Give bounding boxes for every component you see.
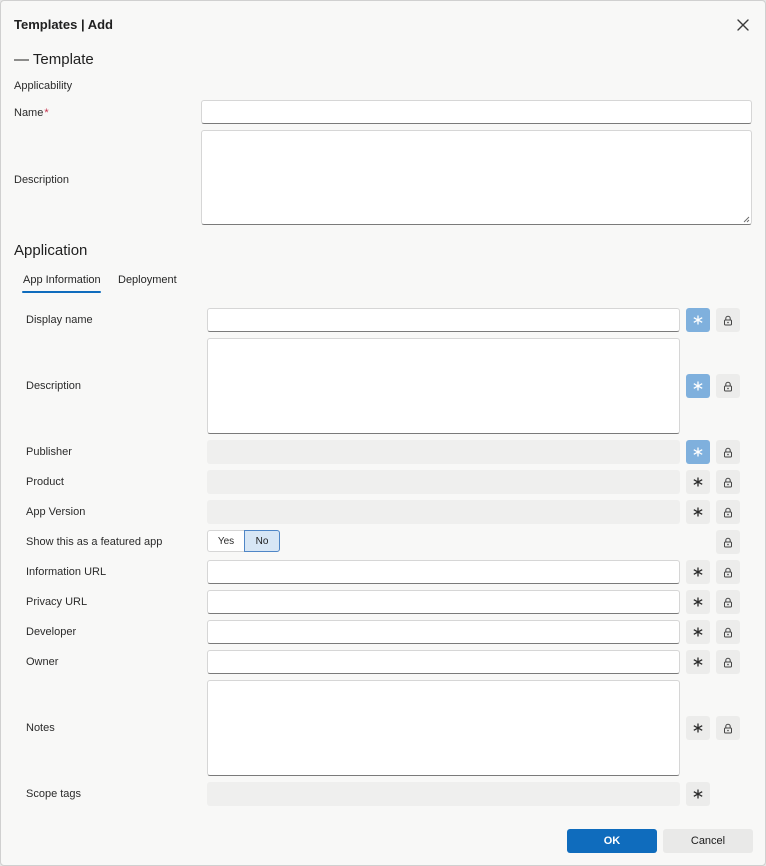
asterisk-icon [693, 567, 703, 577]
templates-add-dialog: Templates | Add — Template Applicability… [0, 0, 766, 866]
description-lock-button[interactable] [716, 374, 740, 398]
publisher-field [207, 440, 680, 464]
notes-textarea[interactable] [207, 680, 680, 776]
display-name-input[interactable] [207, 308, 680, 332]
asterisk-icon [693, 657, 703, 667]
close-icon [737, 19, 749, 31]
applicability-label: Applicability [14, 80, 73, 92]
lock-icon [724, 567, 732, 577]
app-version-label: App Version [26, 506, 86, 518]
featured-app-label: Show this as a featured app [26, 536, 163, 548]
lock-icon [724, 537, 732, 547]
display-name-variable-button[interactable] [686, 308, 710, 332]
lock-icon [724, 477, 732, 487]
developer-input[interactable] [207, 620, 680, 644]
dialog-title: Templates | Add [14, 17, 113, 32]
lock-icon [724, 627, 732, 637]
lock-icon [724, 657, 732, 667]
privacy-url-lock-button[interactable] [716, 590, 740, 614]
scope-tags-field [207, 782, 680, 806]
template-section-toggle[interactable]: — Template [14, 51, 94, 68]
lock-icon [724, 447, 732, 457]
tab-selected-indicator [22, 291, 101, 293]
product-lock-button[interactable] [716, 470, 740, 494]
tab-app-information[interactable]: App Information [23, 274, 101, 286]
template-name-input[interactable] [201, 100, 752, 124]
template-description-label: Description [14, 174, 70, 186]
scope-tags-variable-button[interactable] [686, 782, 710, 806]
close-button[interactable] [733, 15, 753, 35]
lock-icon [724, 597, 732, 607]
information-url-variable-button[interactable] [686, 560, 710, 584]
app-description-label: Description [26, 380, 82, 392]
information-url-lock-button[interactable] [716, 560, 740, 584]
scope-tags-label: Scope tags [26, 788, 82, 800]
app-version-lock-button[interactable] [716, 500, 740, 524]
asterisk-icon [693, 477, 703, 487]
lock-icon [724, 723, 732, 733]
notes-variable-button[interactable] [686, 716, 710, 740]
lock-icon [724, 507, 732, 517]
app-description-textarea[interactable] [207, 338, 680, 434]
privacy-url-input[interactable] [207, 590, 680, 614]
publisher-lock-button[interactable] [716, 440, 740, 464]
information-url-label: Information URL [26, 566, 107, 578]
app-version-variable-button[interactable] [686, 500, 710, 524]
notes-label: Notes [26, 722, 55, 734]
display-name-lock-button[interactable] [716, 308, 740, 332]
description-variable-button[interactable] [686, 374, 710, 398]
asterisk-icon [693, 627, 703, 637]
privacy-url-label: Privacy URL [26, 596, 88, 608]
featured-app-toggle: Yes No [207, 530, 280, 552]
lock-icon [724, 381, 732, 391]
cancel-button[interactable]: Cancel [663, 829, 753, 853]
privacy-url-variable-button[interactable] [686, 590, 710, 614]
asterisk-icon [693, 789, 703, 799]
ok-button[interactable]: OK [567, 829, 657, 853]
notes-lock-button[interactable] [716, 716, 740, 740]
product-variable-button[interactable] [686, 470, 710, 494]
information-url-input[interactable] [207, 560, 680, 584]
name-label-text: Name [14, 107, 44, 119]
asterisk-icon [693, 723, 703, 733]
owner-label: Owner [26, 656, 59, 668]
product-field [207, 470, 680, 494]
publisher-label: Publisher [26, 446, 72, 458]
owner-variable-button[interactable] [686, 650, 710, 674]
asterisk-icon [693, 507, 703, 517]
featured-no-option[interactable]: No [244, 530, 280, 552]
featured-lock-button[interactable] [716, 530, 740, 554]
asterisk-icon [693, 597, 703, 607]
name-label: Name* [14, 107, 49, 119]
publisher-variable-button[interactable] [686, 440, 710, 464]
developer-label: Developer [26, 626, 77, 638]
asterisk-icon [693, 447, 703, 457]
display-name-label: Display name [26, 314, 93, 326]
app-version-field [207, 500, 680, 524]
developer-lock-button[interactable] [716, 620, 740, 644]
asterisk-icon [693, 381, 703, 391]
template-description-textarea[interactable] [201, 130, 752, 225]
application-heading: Application [14, 242, 88, 259]
tab-deployment[interactable]: Deployment [118, 274, 177, 286]
required-marker: * [44, 107, 49, 119]
asterisk-icon [693, 315, 703, 325]
lock-icon [724, 315, 732, 325]
resize-handle-icon[interactable] [743, 216, 750, 223]
developer-variable-button[interactable] [686, 620, 710, 644]
owner-input[interactable] [207, 650, 680, 674]
featured-yes-option[interactable]: Yes [207, 530, 244, 552]
product-label: Product [26, 476, 64, 488]
owner-lock-button[interactable] [716, 650, 740, 674]
